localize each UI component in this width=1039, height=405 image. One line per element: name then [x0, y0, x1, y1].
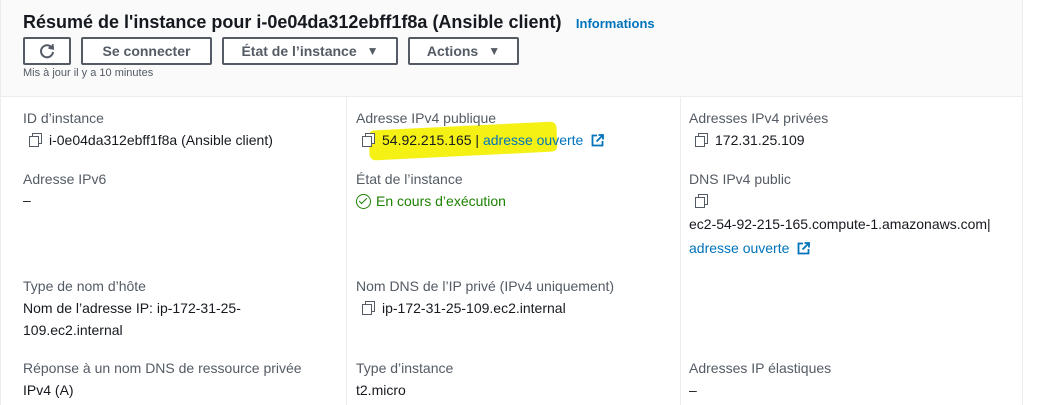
public-dns-value: ec2-54-92-215-165.compute-1.amazonaws.co…	[689, 216, 991, 232]
column-divider	[346, 96, 347, 405]
instance-type-label: Type d’instance	[356, 360, 454, 376]
copy-icon[interactable]	[362, 133, 375, 147]
hostname-type-label: Type de nom d’hôte	[23, 278, 146, 294]
caret-down-icon: ▼	[488, 44, 501, 58]
public-ipv4-label: Adresse IPv4 publique	[356, 110, 497, 126]
private-ipv4-value: 172.31.25.109	[695, 130, 805, 150]
actions-button[interactable]: Actions ▼	[408, 37, 519, 65]
copy-icon[interactable]	[695, 194, 708, 208]
elastic-ips-label: Adresses IP élastiques	[689, 360, 832, 376]
refresh-icon	[40, 44, 55, 59]
page-title: Résumé de l'instance pour i-0e04da312ebf…	[23, 12, 562, 32]
caret-down-icon: ▼	[366, 44, 379, 58]
instance-summary-panel: Résumé de l'instance pour i-0e04da312ebf…	[0, 0, 1023, 405]
dns-response-value: IPv4 (A)	[23, 382, 74, 398]
public-dns-copy	[695, 191, 715, 211]
copy-icon[interactable]	[695, 133, 708, 147]
summary-header: Résumé de l'instance pour i-0e04da312ebf…	[1, 0, 1022, 97]
last-updated: Mis à jour il y a 10 minutes	[23, 67, 154, 79]
actions-button-label: Actions	[426, 43, 479, 59]
instance-id-text: i-0e04da312ebff1f8a (Ansible client)	[49, 132, 273, 148]
public-dns-link-row: adresse ouverte	[689, 238, 811, 258]
open-address-link[interactable]: adresse ouverte	[689, 240, 789, 256]
private-ipv4-text: 172.31.25.109	[715, 132, 805, 148]
open-address-link[interactable]: adresse ouverte	[483, 132, 583, 148]
instance-id-value: i-0e04da312ebff1f8a (Ansible client)	[29, 130, 273, 150]
private-ipv4-label: Adresses IPv4 privées	[689, 110, 829, 126]
public-ipv4-value: 54.92.215.165 | adresse ouverte	[362, 130, 605, 150]
external-link-icon[interactable]	[591, 134, 605, 147]
connect-button-label: Se connecter	[102, 43, 191, 59]
private-dns-text: ip-172-31-25-109.ec2.internal	[382, 300, 566, 316]
instance-id-label: ID d’instance	[23, 110, 104, 126]
title-row: Résumé de l'instance pour i-0e04da312ebf…	[23, 12, 655, 33]
column-divider	[680, 96, 681, 405]
copy-icon[interactable]	[362, 301, 375, 315]
ipv6-value: –	[23, 192, 31, 208]
public-ipv4-text: 54.92.215.165	[382, 132, 472, 148]
public-dns-label: DNS IPv4 public	[689, 171, 791, 187]
info-link[interactable]: Informations	[576, 16, 655, 31]
instance-state-label: État de l’instance	[356, 171, 463, 187]
instance-state-button[interactable]: État de l’instance ▼	[222, 37, 398, 65]
dns-response-label: Réponse à un nom DNS de ressource privée	[23, 360, 302, 376]
instance-state-button-label: État de l’instance	[241, 43, 357, 59]
check-circle-icon	[356, 194, 371, 209]
instance-type-value: t2.micro	[356, 382, 406, 398]
instance-state-text: En cours d’exécution	[376, 193, 506, 209]
connect-button[interactable]: Se connecter	[81, 37, 212, 65]
private-dns-label: Nom DNS de l’IP privé (IPv4 uniquement)	[356, 278, 615, 294]
ipv6-label: Adresse IPv6	[23, 171, 107, 187]
external-link-icon[interactable]	[797, 242, 811, 255]
hostname-type-value-line1: Nom de l’adresse IP: ip-172-31-25-	[23, 300, 241, 316]
refresh-button[interactable]	[23, 37, 71, 65]
elastic-ips-value: –	[689, 382, 697, 398]
separator: |	[475, 132, 480, 148]
private-dns-value: ip-172-31-25-109.ec2.internal	[362, 298, 566, 318]
instance-state-value: En cours d’exécution	[356, 191, 506, 211]
copy-icon[interactable]	[29, 133, 42, 147]
hostname-type-value-line2: 109.ec2.internal	[23, 322, 123, 338]
